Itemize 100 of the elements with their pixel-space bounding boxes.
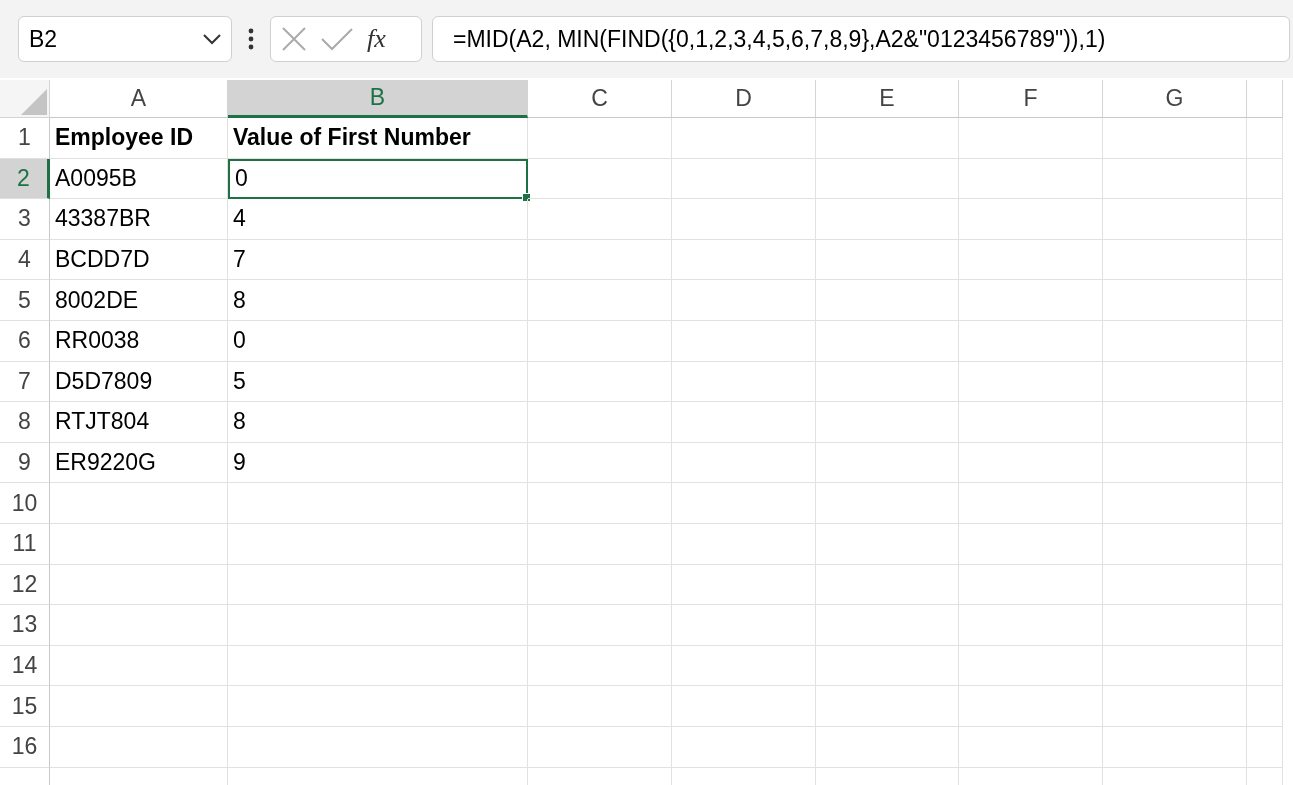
empty-cell[interactable] [959, 442, 1103, 484]
empty-cell[interactable] [528, 320, 672, 362]
row-header[interactable]: 15 [0, 686, 50, 727]
empty-cell[interactable] [528, 361, 672, 403]
empty-cell[interactable] [672, 239, 816, 281]
empty-cell[interactable] [528, 645, 672, 687]
table-cell[interactable]: D5D7809 [50, 361, 228, 403]
empty-cell[interactable] [959, 361, 1103, 403]
row-header[interactable]: 9 [0, 442, 50, 484]
row-header[interactable]: 7 [0, 361, 50, 403]
empty-cell[interactable] [1103, 605, 1247, 646]
row-header[interactable]: 10 [0, 483, 50, 524]
empty-cell[interactable] [1103, 686, 1247, 727]
empty-cell[interactable] [959, 686, 1103, 727]
empty-cell[interactable] [1247, 361, 1283, 403]
empty-cell[interactable] [1247, 564, 1283, 606]
row-header[interactable]: 8 [0, 402, 50, 443]
empty-cell[interactable] [816, 118, 959, 159]
row-header[interactable]: 11 [0, 523, 50, 565]
empty-cell[interactable] [816, 239, 959, 281]
empty-cell[interactable] [959, 199, 1103, 240]
empty-cell[interactable] [816, 483, 959, 524]
table-cell[interactable]: 8 [228, 402, 528, 443]
empty-cell[interactable] [959, 523, 1103, 565]
empty-cell[interactable] [672, 158, 816, 200]
row-header[interactable]: 3 [0, 199, 50, 240]
empty-cell[interactable] [816, 564, 959, 606]
empty-cell[interactable] [1247, 726, 1283, 768]
empty-cell[interactable] [959, 645, 1103, 687]
empty-cell[interactable] [528, 523, 672, 565]
empty-cell[interactable] [959, 239, 1103, 281]
empty-cell[interactable] [959, 280, 1103, 321]
empty-cell[interactable] [959, 158, 1103, 200]
empty-cell[interactable] [528, 564, 672, 606]
empty-cell[interactable] [528, 483, 672, 524]
row-header[interactable]: 13 [0, 605, 50, 646]
select-all-button[interactable] [0, 80, 50, 118]
enter-icon[interactable] [321, 27, 353, 51]
empty-cell[interactable] [1103, 523, 1247, 565]
empty-cell[interactable] [1103, 483, 1247, 524]
empty-cell[interactable] [1247, 320, 1283, 362]
empty-cell[interactable] [672, 402, 816, 443]
empty-cell[interactable] [1247, 442, 1283, 484]
empty-cell[interactable] [1103, 564, 1247, 606]
empty-cell[interactable] [1247, 158, 1283, 200]
empty-cell[interactable] [672, 442, 816, 484]
table-cell[interactable]: ER9220G [50, 442, 228, 484]
empty-cell[interactable] [528, 402, 672, 443]
empty-cell[interactable] [816, 199, 959, 240]
table-cell[interactable]: Value of First Number [228, 118, 528, 159]
empty-cell[interactable] [228, 645, 528, 687]
empty-cell[interactable] [959, 483, 1103, 524]
row-header[interactable]: 4 [0, 239, 50, 281]
column-header[interactable]: E [816, 80, 959, 118]
empty-cell[interactable] [672, 280, 816, 321]
empty-cell[interactable] [528, 199, 672, 240]
row-header[interactable]: 1 [0, 118, 50, 159]
empty-cell[interactable] [1247, 199, 1283, 240]
empty-cell[interactable] [1247, 402, 1283, 443]
empty-cell[interactable] [1247, 523, 1283, 565]
empty-cell[interactable] [528, 726, 672, 768]
empty-cell[interactable] [1103, 118, 1247, 159]
empty-cell[interactable] [816, 686, 959, 727]
empty-cell[interactable] [1103, 442, 1247, 484]
column-header[interactable]: C [528, 80, 672, 118]
empty-cell[interactable] [816, 361, 959, 403]
empty-cell[interactable] [228, 686, 528, 727]
empty-cell[interactable] [1103, 402, 1247, 443]
insert-function-button[interactable]: fx [367, 24, 386, 54]
table-cell[interactable]: 4 [228, 199, 528, 240]
row-header[interactable]: 2 [0, 158, 50, 200]
table-cell[interactable]: 0 [228, 158, 528, 200]
empty-cell[interactable] [959, 402, 1103, 443]
name-box[interactable]: B2 [18, 16, 232, 62]
empty-cell[interactable] [228, 564, 528, 606]
empty-cell[interactable] [959, 726, 1103, 768]
empty-cell[interactable] [528, 118, 672, 159]
empty-cell[interactable] [1103, 726, 1247, 768]
table-cell[interactable]: 8002DE [50, 280, 228, 321]
table-cell[interactable]: 0 [228, 320, 528, 362]
empty-cell[interactable] [528, 280, 672, 321]
column-header[interactable]: F [959, 80, 1103, 118]
empty-cell[interactable] [959, 118, 1103, 159]
table-cell[interactable]: 7 [228, 239, 528, 281]
empty-cell[interactable] [1103, 645, 1247, 687]
empty-cell[interactable] [959, 320, 1103, 362]
empty-cell[interactable] [1103, 320, 1247, 362]
empty-cell[interactable] [816, 645, 959, 687]
empty-cell[interactable] [672, 483, 816, 524]
empty-cell[interactable] [672, 523, 816, 565]
column-header[interactable]: D [672, 80, 816, 118]
empty-cell[interactable] [672, 199, 816, 240]
empty-cell[interactable] [1247, 645, 1283, 687]
empty-cell[interactable] [816, 726, 959, 768]
empty-cell[interactable] [228, 605, 528, 646]
column-header[interactable]: G [1103, 80, 1247, 118]
empty-cell[interactable] [1103, 158, 1247, 200]
table-cell[interactable]: 5 [228, 361, 528, 403]
table-cell[interactable]: A0095B [50, 158, 228, 200]
empty-cell[interactable] [672, 361, 816, 403]
